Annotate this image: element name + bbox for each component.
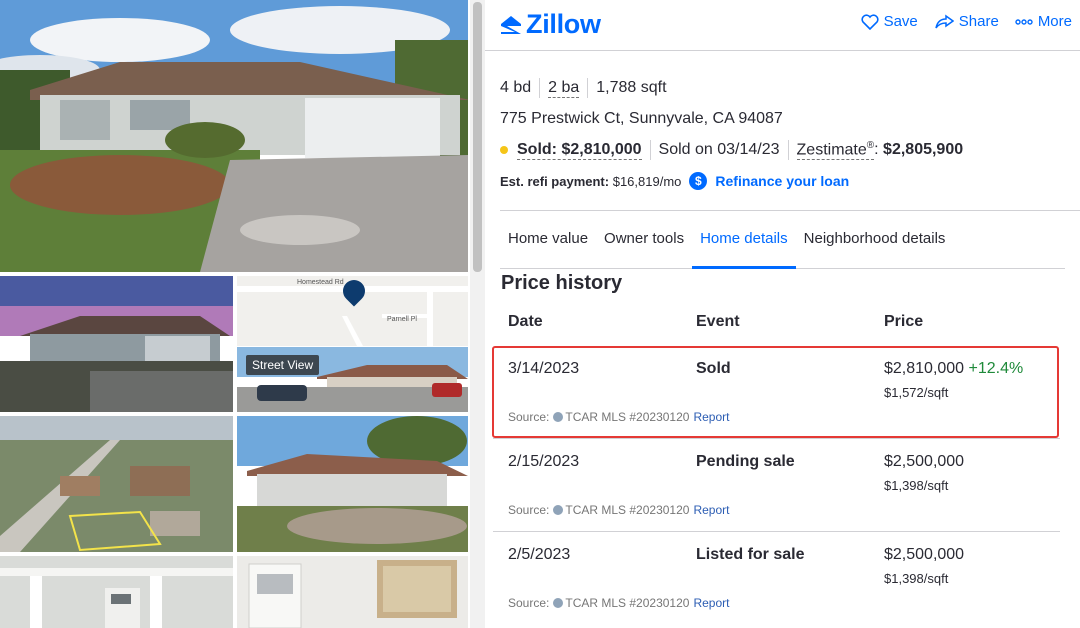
sold-price: $2,810,000 [561, 140, 642, 158]
save-label: Save [883, 13, 918, 30]
mls-globe-icon [553, 505, 564, 515]
sold-label: Sold: [517, 140, 557, 158]
status-divider [787, 140, 789, 161]
mls-number: TCAR MLS #20230120 [565, 410, 690, 424]
tab-home-value[interactable]: Home value [500, 218, 596, 268]
logo-text: Zillow [526, 9, 601, 39]
row-price: $2,810,000 +12.4% [884, 360, 1023, 378]
facts-divider [587, 78, 589, 98]
tab-home-details[interactable]: Home details [692, 218, 796, 269]
row-price-per-sqft: $1,572/sqft [884, 385, 949, 400]
sqft-value: 1,788 sqft [596, 79, 667, 96]
event-column-header: Event [696, 313, 740, 330]
refinance-link[interactable]: Refinance your loan [715, 173, 849, 189]
listing-details-panel: Zillow Save Share More 4 bd 2 ba 1,788 s… [485, 0, 1080, 628]
zillow-logo[interactable]: Zillow [499, 9, 601, 40]
source-label: Source: [508, 596, 550, 610]
row-source: Source: TCAR MLS #20230120 Report [508, 503, 729, 517]
main-house-photo[interactable] [0, 0, 468, 272]
baths-count[interactable]: 2 ba [548, 79, 580, 98]
home-summary: 4 bd 2 ba 1,788 sqft 775 Prestwick Ct, S… [500, 78, 964, 191]
interior-photo[interactable] [237, 556, 468, 628]
source-label: Source: [508, 503, 550, 517]
porch-photo[interactable] [0, 556, 233, 628]
tab-neighborhood-details[interactable]: Neighborhood details [796, 218, 954, 268]
status-row: Sold: $2,810,000 Sold on 03/14/23 Zestim… [500, 140, 964, 161]
dollar-icon: $ [689, 172, 708, 191]
report-link[interactable]: Report [693, 503, 729, 517]
mls-number: TCAR MLS #20230120 [565, 503, 690, 517]
front-yard-photo[interactable] [237, 416, 468, 552]
heart-icon [861, 13, 879, 30]
share-icon [935, 14, 954, 28]
report-link[interactable]: Report [693, 596, 729, 610]
property-address: 775 Prestwick Ct, Sunnyvale, CA 94087 [500, 110, 783, 127]
refi-row: Est. refi payment: $16,819/mo $ Refinanc… [500, 172, 963, 191]
mls-globe-icon [553, 412, 564, 422]
price-value: $2,810,000 [884, 360, 965, 377]
zestimate-value: $2,805,900 [883, 141, 964, 159]
more-label: More [1037, 13, 1072, 30]
share-button[interactable]: Share [934, 13, 999, 30]
mls-globe-icon [553, 598, 564, 608]
row-date: 2/5/2023 [508, 546, 571, 563]
gallery-scrollbar[interactable] [470, 0, 485, 628]
aerial-photo[interactable] [0, 416, 233, 552]
price-change: +12.4% [968, 360, 1024, 377]
top-actions: Save Share More [861, 13, 1072, 30]
street-view-badge[interactable]: Street View [246, 355, 320, 375]
row-event: Listed for sale [696, 546, 805, 563]
price-value: $2,500,000 [884, 546, 965, 563]
tab-owner-tools[interactable]: Owner tools [596, 218, 692, 268]
gallery-scroll-thumb[interactable] [473, 2, 482, 272]
price-value: $2,500,000 [884, 453, 965, 470]
date-column-header: Date [508, 313, 543, 330]
zillow-logo-icon [501, 15, 521, 34]
row-date: 2/15/2023 [508, 453, 580, 470]
row-source: Source: TCAR MLS #20230120 Report [508, 410, 729, 424]
save-button[interactable]: Save [861, 13, 918, 30]
source-label: Source: [508, 410, 550, 424]
row-price: $2,500,000 [884, 546, 964, 564]
sold-date: Sold on 03/14/23 [658, 141, 780, 159]
dusk-house-photo[interactable] [0, 276, 233, 412]
map-street-label: Homestead Rd [297, 279, 344, 286]
zestimate-label: Zestimate [796, 141, 867, 159]
beds-count: 4 bd [500, 79, 532, 96]
price-history-row: 3/14/2023 Sold $2,810,000 +12.4% $1,572/… [493, 346, 1060, 439]
zestimate-link[interactable]: Zestimate® [796, 140, 875, 161]
status-divider [649, 140, 651, 161]
home-facts: 4 bd 2 ba 1,788 sqft [500, 78, 963, 98]
price-history-title: Price history [501, 272, 623, 294]
row-date: 3/14/2023 [508, 360, 580, 377]
map-street-label: Parnell Pl [387, 316, 417, 323]
more-button[interactable]: More [1015, 13, 1072, 30]
price-history-row: 2/15/2023 Pending sale $2,500,000 $1,398… [493, 439, 1060, 532]
price-history-row: 2/5/2023 Listed for sale $2,500,000 $1,3… [493, 532, 1060, 624]
row-source: Source: TCAR MLS #20230120 Report [508, 596, 729, 610]
more-icon [1015, 18, 1033, 25]
price-column-header: Price [884, 313, 924, 330]
sold-status-dot [500, 146, 508, 155]
top-bar: Zillow Save Share More [485, 0, 1080, 51]
zestimate-mark: ® [866, 140, 875, 151]
zestimate-colon: : [874, 141, 884, 159]
row-price-per-sqft: $1,398/sqft [884, 478, 949, 493]
detail-tabs: Home value Owner tools Home details Neig… [500, 218, 1065, 269]
map-thumbnail[interactable]: Homestead Rd Parnell Pl [237, 276, 468, 346]
row-event: Pending sale [696, 453, 795, 470]
photo-gallery: Homestead Rd Parnell Pl Street View [0, 0, 485, 628]
mls-number: TCAR MLS #20230120 [565, 596, 690, 610]
row-price-per-sqft: $1,398/sqft [884, 571, 949, 586]
row-event: Sold [696, 360, 731, 377]
refi-label: Est. refi payment: [500, 173, 610, 189]
sold-status[interactable]: Sold: $2,810,000 [517, 141, 642, 160]
facts-divider [539, 78, 541, 98]
report-link[interactable]: Report [693, 410, 729, 424]
share-label: Share [958, 13, 999, 30]
row-price: $2,500,000 [884, 453, 964, 471]
refi-value: $16,819/mo [612, 173, 682, 189]
section-divider [500, 210, 1080, 211]
